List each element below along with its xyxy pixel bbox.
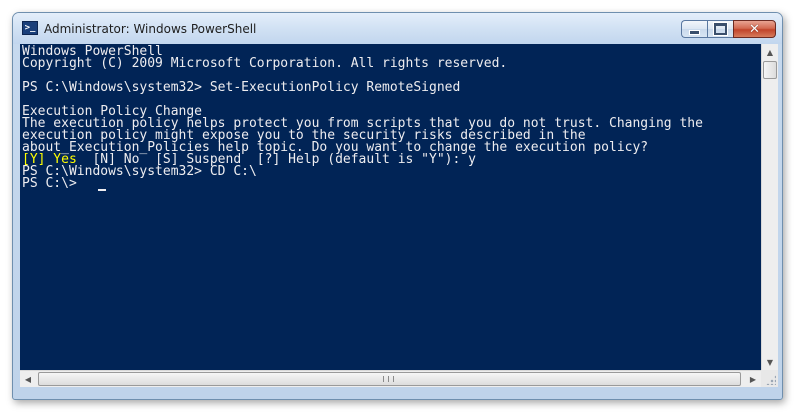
- console-line: Copyright (C) 2009 Microsoft Corporation…: [22, 56, 508, 71]
- window-title: Administrator: Windows PowerShell: [44, 22, 257, 36]
- scroll-left-icon[interactable]: ◀: [20, 371, 36, 387]
- horizontal-scroll-thumb[interactable]: [38, 372, 741, 386]
- vertical-scrollbar[interactable]: ▲ ▼: [761, 44, 778, 370]
- maximize-icon: [714, 23, 727, 35]
- text-cursor: [98, 189, 106, 191]
- caption-buttons: ✕: [681, 20, 776, 39]
- title-bar[interactable]: >_ Administrator: Windows PowerShell ✕: [13, 13, 782, 44]
- horizontal-scrollbar[interactable]: ◀ ▶: [20, 370, 761, 387]
- minimize-icon: [689, 29, 700, 35]
- console-line: PS C:\Windows\system32> Set-ExecutionPol…: [22, 80, 461, 95]
- scroll-right-icon[interactable]: ▶: [745, 371, 761, 387]
- powershell-window: >_ Administrator: Windows PowerShell ✕ W…: [12, 12, 783, 400]
- resize-grip-icon: [766, 375, 776, 385]
- vertical-scroll-thumb[interactable]: [763, 61, 777, 79]
- minimize-button[interactable]: [681, 20, 707, 38]
- close-button[interactable]: ✕: [733, 20, 776, 38]
- console-line: PS C:\>: [22, 176, 77, 191]
- maximize-button[interactable]: [707, 20, 733, 38]
- size-grip[interactable]: [761, 370, 778, 387]
- scroll-down-icon[interactable]: ▼: [762, 354, 778, 370]
- thumb-grip-icon: [383, 376, 394, 382]
- scroll-up-icon[interactable]: ▲: [762, 44, 778, 60]
- close-icon: ✕: [749, 21, 760, 37]
- console-output[interactable]: Windows PowerShell Copyright (C) 2009 Mi…: [20, 44, 761, 370]
- powershell-icon[interactable]: >_: [22, 21, 38, 35]
